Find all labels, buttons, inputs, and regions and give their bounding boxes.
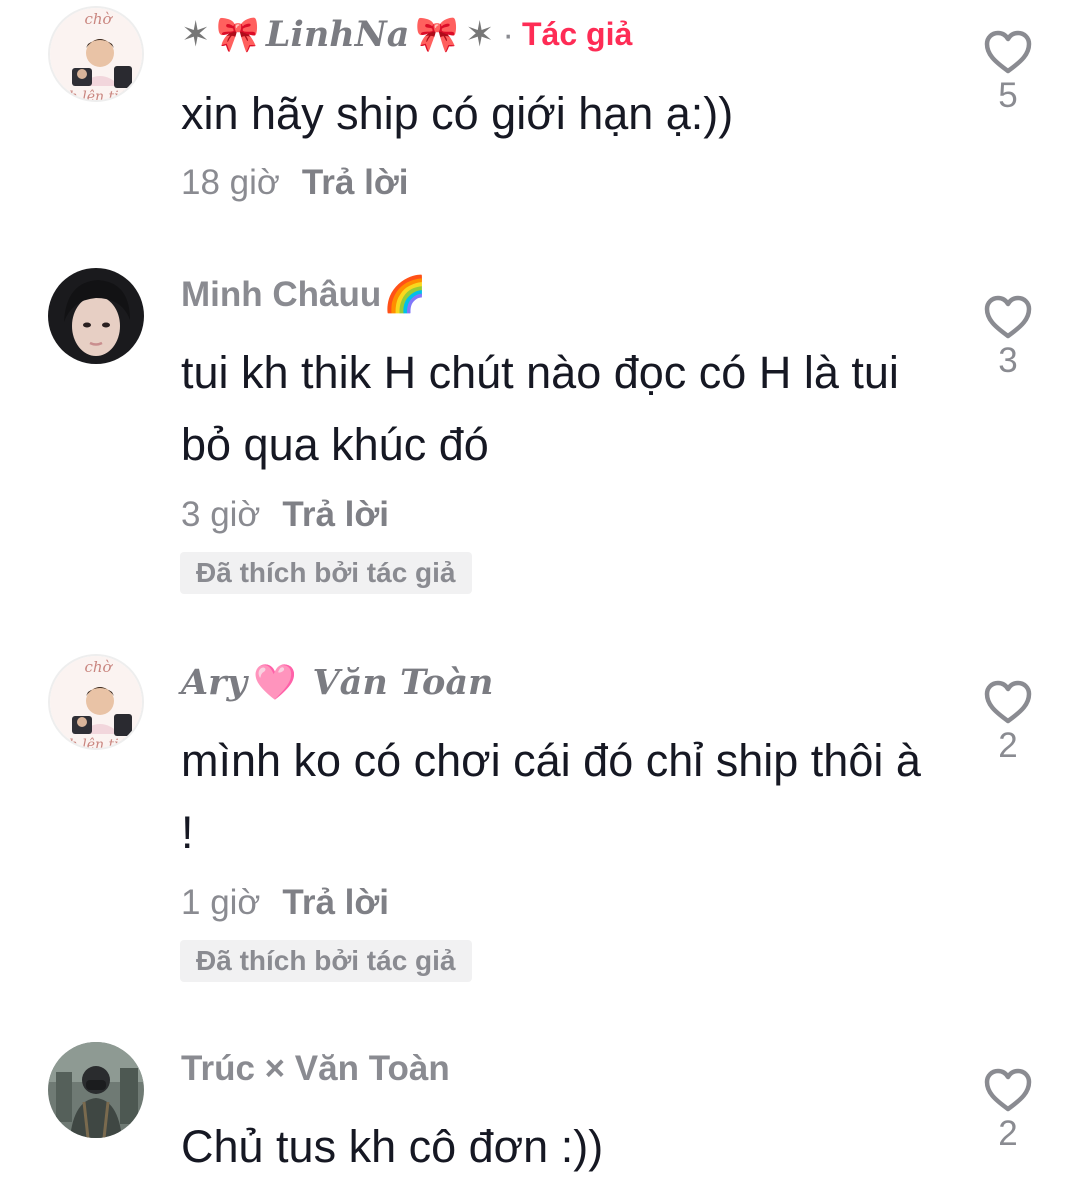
comment-meta: 1 giờ Trả lời bbox=[181, 883, 389, 923]
avatar[interactable]: chờ nh lên tiến bbox=[48, 6, 144, 102]
avatar[interactable] bbox=[48, 1042, 144, 1138]
separator-dot: · bbox=[502, 14, 514, 54]
avatar-caption-top: chờ bbox=[84, 658, 113, 676]
author-badge: Tác giả bbox=[521, 16, 633, 52]
username-text: Trúc × Văn Toàn bbox=[181, 1049, 450, 1088]
like-button[interactable]: 2 bbox=[978, 680, 1038, 766]
like-button[interactable]: 3 bbox=[978, 295, 1038, 381]
heart-outline-icon bbox=[984, 680, 1032, 724]
heart-outline-icon bbox=[984, 1068, 1032, 1112]
avatar-image: chờ nh lên tiến bbox=[50, 656, 142, 750]
comment-text: mình ko có chơi cái đó chỉ ship thôi à ! bbox=[181, 735, 921, 858]
comment-text: xin hãy ship có giới hạn ạ:)) bbox=[181, 88, 734, 139]
username-part: Ary bbox=[181, 662, 247, 703]
comment-time: 3 giờ bbox=[181, 495, 261, 534]
heart-outline-icon bbox=[984, 30, 1032, 74]
like-button[interactable]: 5 bbox=[978, 30, 1038, 116]
avatar-image bbox=[48, 268, 144, 364]
rainbow-icon: 🌈 bbox=[383, 275, 427, 314]
comment-time: 1 giờ bbox=[181, 883, 261, 922]
comment-username[interactable]: Trúc × Văn Toàn bbox=[181, 1049, 450, 1089]
username-part: Văn Toàn bbox=[312, 662, 494, 703]
reply-button[interactable]: Trả lời bbox=[282, 495, 389, 534]
comment-time: 18 giờ bbox=[181, 163, 280, 202]
comment-username[interactable]: Ary 🩷 Văn Toàn bbox=[181, 662, 494, 703]
comment-text: Chủ tus kh cô đơn :)) bbox=[181, 1121, 604, 1172]
username-part: ✶ bbox=[181, 14, 211, 54]
like-count: 3 bbox=[998, 341, 1018, 380]
comment-meta: 3 giờ Trả lời bbox=[181, 495, 389, 535]
like-count: 2 bbox=[998, 1114, 1018, 1153]
comment-username[interactable]: Minh Châuu 🌈 bbox=[181, 274, 427, 315]
avatar-image: chờ nh lên tiến bbox=[50, 8, 142, 102]
username-text: Minh Châuu bbox=[181, 274, 382, 314]
heart-emoji-icon: 🩷 bbox=[252, 663, 297, 702]
comment-text: tui kh thik H chút nào đọc có H là tui b… bbox=[181, 347, 899, 470]
liked-by-author-badge: Đã thích bởi tác giả bbox=[180, 552, 472, 594]
comment-meta: 18 giờ Trả lời bbox=[181, 163, 408, 203]
avatar[interactable] bbox=[48, 268, 144, 364]
comment-username[interactable]: ✶ 🎀 LinhNa 🎀 ✶ · Tác giả bbox=[181, 14, 632, 55]
reply-button[interactable]: Trả lời bbox=[302, 163, 409, 202]
avatar-caption-top: chờ bbox=[84, 10, 113, 28]
avatar-image bbox=[48, 1042, 144, 1138]
avatar[interactable]: chờ nh lên tiến bbox=[48, 654, 144, 750]
like-count: 2 bbox=[998, 726, 1018, 765]
ribbon-icon: 🎀 bbox=[216, 15, 260, 54]
username-part: ✶ bbox=[465, 14, 495, 54]
avatar-caption-bottom: nh lên tiến bbox=[60, 736, 136, 750]
liked-by-author-badge: Đã thích bởi tác giả bbox=[180, 940, 472, 982]
avatar-caption-bottom: nh lên tiến bbox=[60, 88, 136, 102]
ribbon-icon: 🎀 bbox=[415, 15, 459, 54]
like-count: 5 bbox=[998, 76, 1018, 115]
like-button[interactable]: 2 bbox=[978, 1068, 1038, 1154]
username-part: LinhNa bbox=[265, 14, 410, 55]
heart-outline-icon bbox=[984, 295, 1032, 339]
reply-button[interactable]: Trả lời bbox=[282, 883, 389, 922]
